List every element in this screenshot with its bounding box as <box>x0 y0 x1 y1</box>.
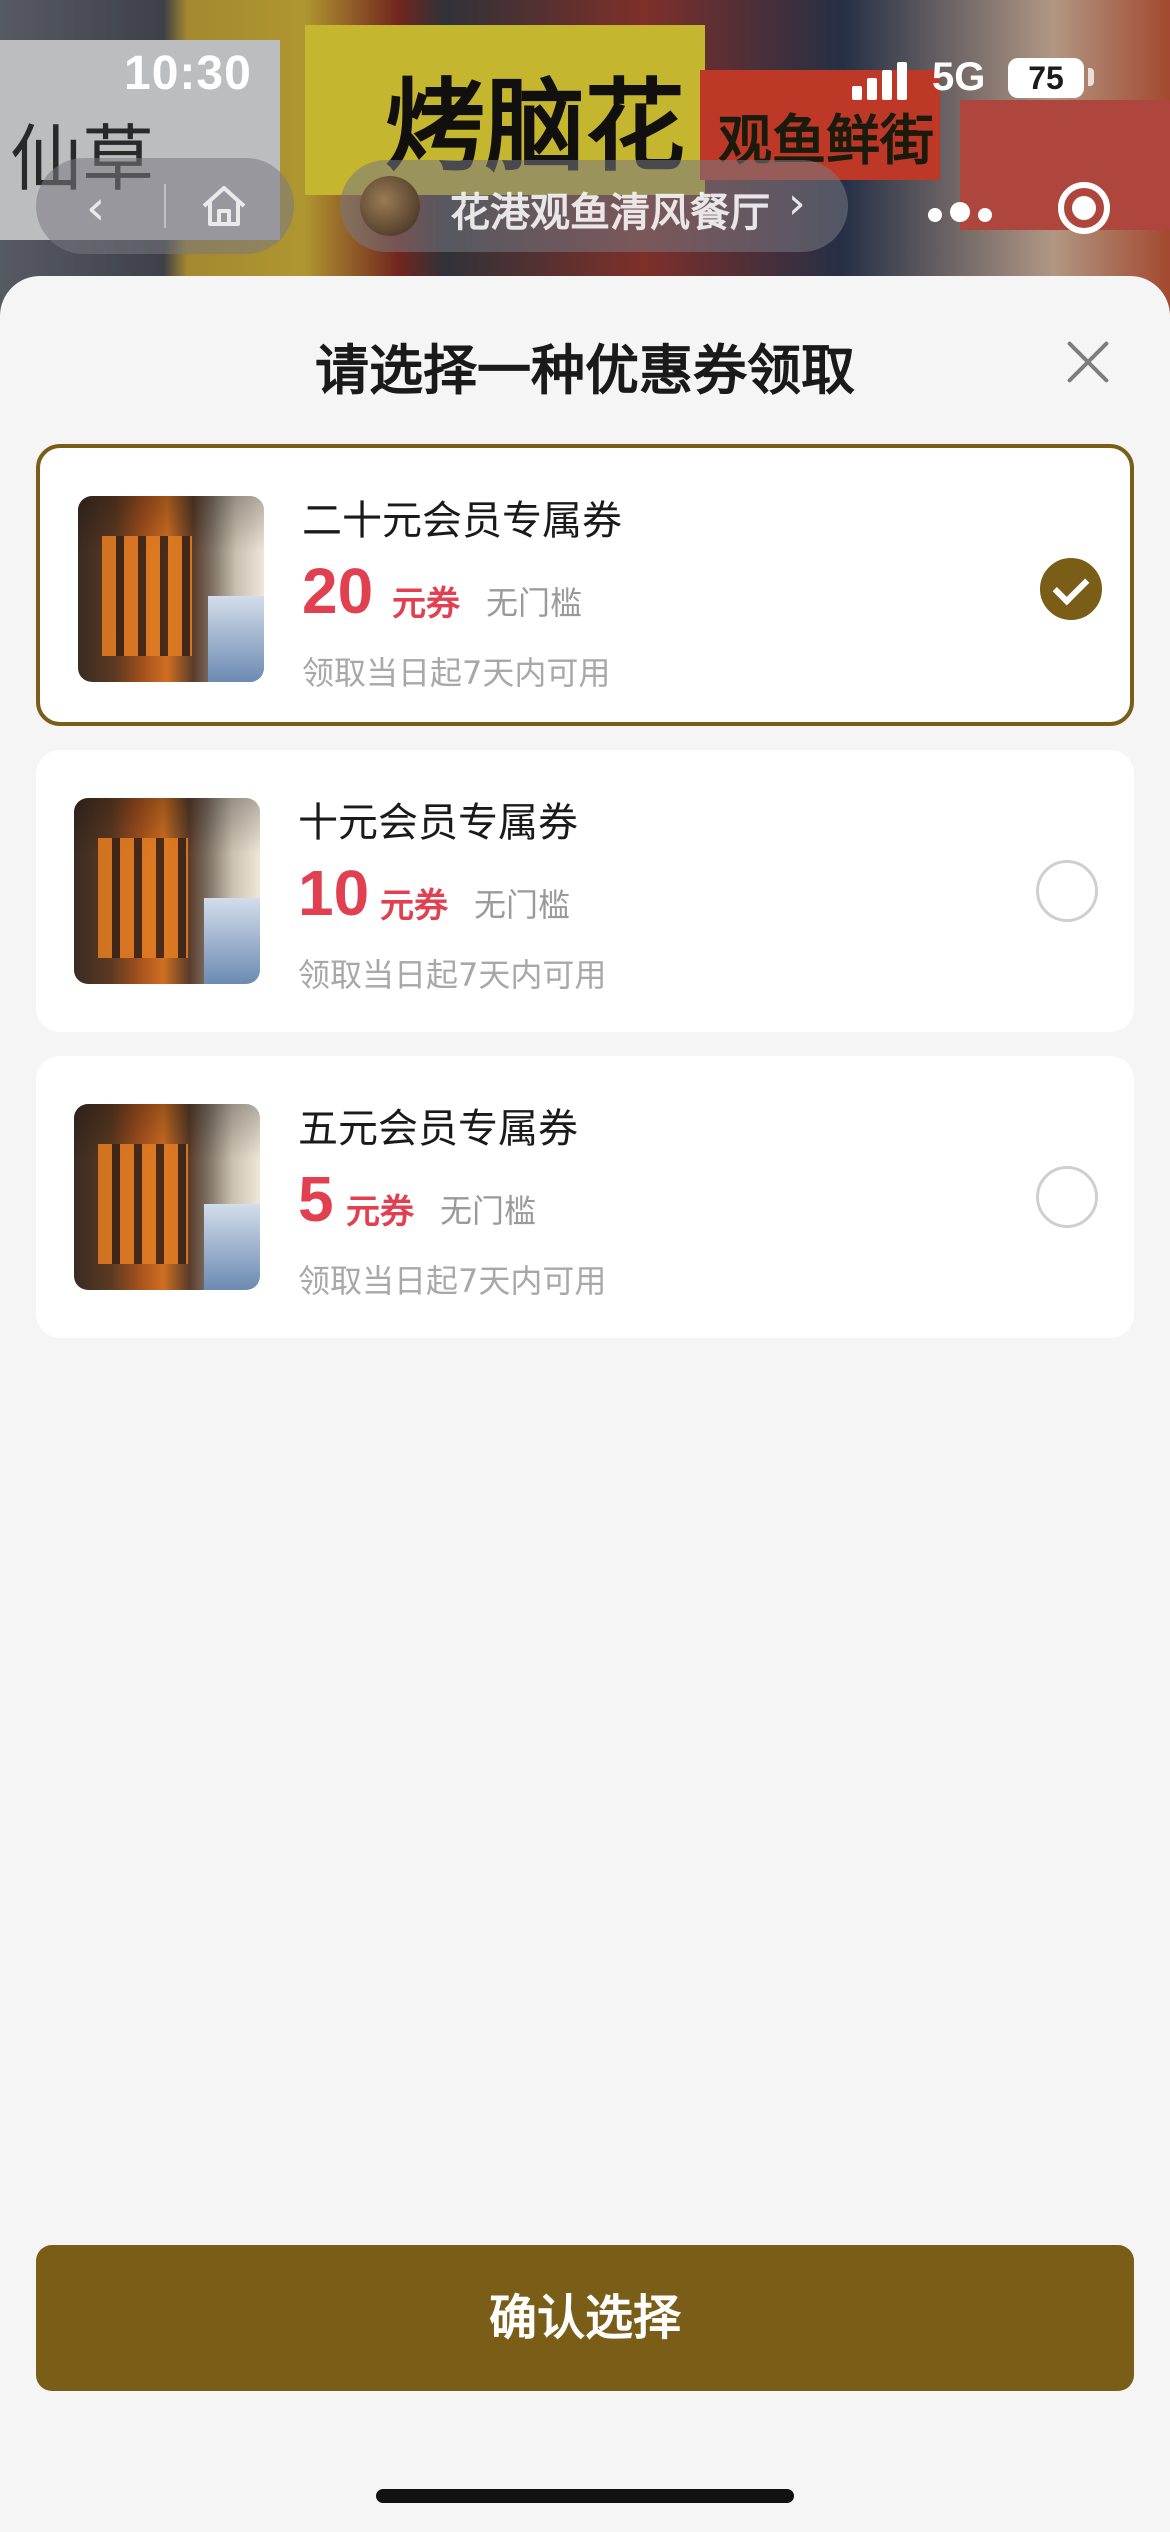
coupon-card[interactable]: 二十元会员专属券 20 元券 无门槛 领取当日起7天内可用 <box>36 444 1134 726</box>
chevron-right-icon: › <box>788 178 806 229</box>
battery-icon: 75 <box>1008 58 1084 98</box>
coupon-threshold: 无门槛 <box>440 1192 537 1230</box>
coupon-radio[interactable] <box>1036 860 1098 922</box>
coupon-thumbnail <box>78 496 264 682</box>
coupon-name: 二十元会员专属券 <box>302 498 622 544</box>
store-capsule[interactable]: 花港观鱼清风餐厅 › <box>340 160 848 252</box>
coupon-amount: 20 <box>302 555 374 627</box>
coupon-validity: 领取当日起7天内可用 <box>298 1262 607 1300</box>
cellular-signal-icon <box>852 60 912 100</box>
status-time: 10:30 <box>124 47 252 100</box>
coupon-thumbnail <box>74 798 260 984</box>
coupon-unit: 元券 <box>346 1192 414 1232</box>
status-bar: 10:30 5G 75 <box>0 0 1170 150</box>
store-name: 花港观鱼清风餐厅 <box>450 190 770 236</box>
close-mini-program-icon[interactable] <box>1058 182 1110 234</box>
coupon-radio-checked[interactable] <box>1040 558 1102 620</box>
coupon-amount: 10 <box>298 857 370 929</box>
coupon-thumbnail <box>74 1104 260 1290</box>
coupon-validity: 领取当日起7天内可用 <box>302 654 611 692</box>
store-avatar <box>360 176 420 236</box>
divider <box>164 184 166 228</box>
coupon-threshold: 无门槛 <box>474 886 571 924</box>
more-icon[interactable] <box>928 202 1000 226</box>
network-type: 5G <box>932 55 986 99</box>
coupon-radio[interactable] <box>1036 1166 1098 1228</box>
home-indicator <box>376 2489 794 2503</box>
nav-capsule: ‹ <box>36 158 294 254</box>
coupon-name: 十元会员专属券 <box>298 800 578 846</box>
coupon-unit: 元券 <box>392 584 460 624</box>
coupon-threshold: 无门槛 <box>486 584 583 622</box>
mini-program-menu <box>878 158 1142 254</box>
sheet-title: 请选择一种优惠券领取 <box>315 339 855 402</box>
coupon-sheet: 请选择一种优惠券领取 二十元会员专属券 20 元券 无门槛 领取当日起7天内可用… <box>0 276 1170 2428</box>
coupon-name: 五元会员专属券 <box>298 1106 578 1152</box>
coupon-card[interactable]: 五元会员专属券 5 元券 无门槛 领取当日起7天内可用 <box>36 1056 1134 1338</box>
coupon-validity: 领取当日起7天内可用 <box>298 956 607 994</box>
home-icon[interactable] <box>196 178 252 234</box>
battery-cap <box>1088 68 1094 86</box>
back-icon[interactable]: ‹ <box>86 180 105 236</box>
close-icon[interactable] <box>1062 336 1114 388</box>
coupon-card[interactable]: 十元会员专属券 10 元券 无门槛 领取当日起7天内可用 <box>36 750 1134 1032</box>
coupon-amount: 5 <box>298 1163 334 1235</box>
coupon-unit: 元券 <box>380 886 448 926</box>
confirm-button[interactable]: 确认选择 <box>36 2245 1134 2391</box>
